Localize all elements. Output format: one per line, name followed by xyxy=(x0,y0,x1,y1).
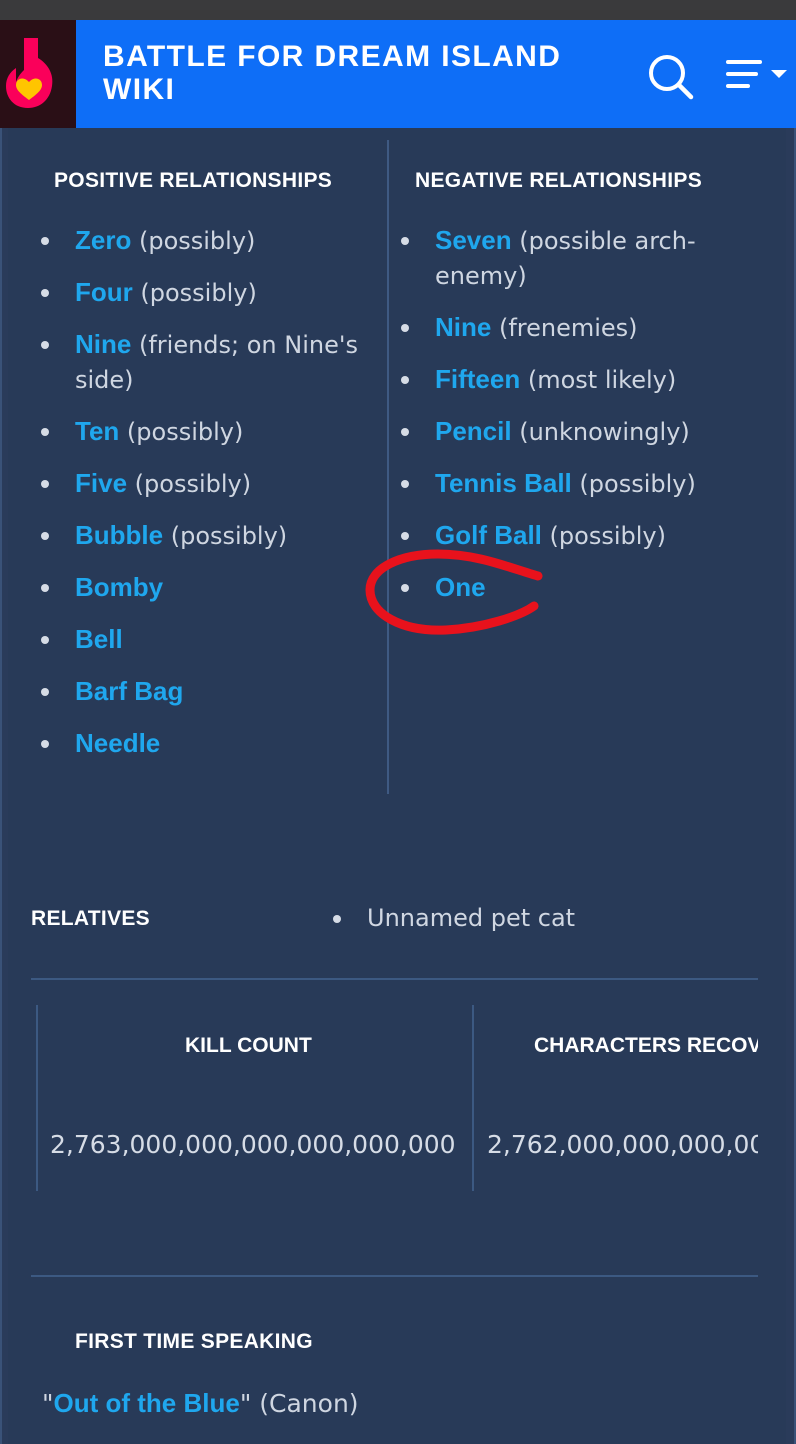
relationship-note: (most likely) xyxy=(520,366,677,394)
first-time-speaking-heading: FIRST TIME SPEAKING xyxy=(75,1330,313,1353)
relationship-note: (possibly) xyxy=(131,227,256,255)
relationship-note: (possibly) xyxy=(127,470,252,498)
negative-relationships-heading: NEGATIVE RELATIONSHIPS xyxy=(415,169,703,192)
kill-count-label: KILL COUNT xyxy=(185,1034,312,1057)
relationship-note: (possibly) xyxy=(571,470,696,498)
character-link[interactable]: Barf Bag xyxy=(75,676,183,706)
relationship-note: (possibly) xyxy=(132,279,257,307)
chevron-down-icon xyxy=(771,70,787,78)
search-button[interactable] xyxy=(646,52,694,100)
character-link[interactable]: Bomby xyxy=(75,572,163,602)
search-icon xyxy=(649,55,694,100)
character-link[interactable]: Nine xyxy=(75,329,131,359)
characters-recovered-value: 2,762,000,000,000,000,000,000 xyxy=(487,1130,758,1159)
relationship-note: (possibly) xyxy=(163,522,288,550)
close-quote: " xyxy=(239,1389,252,1418)
kill-count-value: 2,763,000,000,000,000,000,000 xyxy=(50,1130,456,1159)
menu-button[interactable] xyxy=(722,56,792,96)
character-link[interactable]: Bell xyxy=(75,624,123,654)
episode-type: (Canon) xyxy=(251,1389,359,1418)
fandom-logo[interactable] xyxy=(0,20,76,128)
character-link[interactable]: Seven xyxy=(435,225,512,255)
positive-relationships-list: Zero (possibly) Four (possibly) Nine (frie… xyxy=(41,223,371,778)
character-link[interactable]: Nine xyxy=(435,312,491,342)
red-circle-annotation xyxy=(365,549,543,635)
characters-recovered-label: CHARACTERS RECOVERED xyxy=(534,1034,758,1057)
character-link[interactable]: Pencil xyxy=(435,416,512,446)
positive-relationships-heading: POSITIVE RELATIONSHIPS xyxy=(54,169,333,192)
list-item: Unnamed pet cat xyxy=(333,901,733,936)
character-link[interactable]: Fifteen xyxy=(435,364,520,394)
relationship-note: (possibly) xyxy=(541,522,666,550)
character-link[interactable]: Bubble xyxy=(75,520,163,550)
character-link[interactable]: Zero xyxy=(75,225,131,255)
list-item: Ten (possibly) xyxy=(41,414,371,450)
list-item: Five (possibly) xyxy=(41,466,371,502)
list-item: Bubble (possibly) xyxy=(41,518,371,554)
relatives-list: Unnamed pet cat xyxy=(333,901,733,952)
episode-link[interactable]: Out of the Blue xyxy=(54,1388,240,1418)
list-item: Fifteen (most likely) xyxy=(401,362,731,398)
character-link[interactable]: Four xyxy=(75,277,133,307)
character-link[interactable]: Tennis Ball xyxy=(435,468,572,498)
browser-top-strip xyxy=(0,0,796,20)
menu-icon xyxy=(726,60,787,88)
first-time-speaking-value: "Out of the Blue" (Canon) xyxy=(42,1388,359,1419)
list-item: Bell xyxy=(41,622,371,658)
character-link[interactable]: Five xyxy=(75,468,127,498)
relationship-note: (possibly) xyxy=(119,418,244,446)
section-divider xyxy=(31,1275,758,1277)
list-item: Pencil (unknowingly) xyxy=(401,414,731,450)
relatives-heading: RELATIVES xyxy=(31,907,150,930)
list-item: Needle xyxy=(41,726,371,762)
list-item: Nine (frenemies) xyxy=(401,310,731,346)
relationship-note: (unknowingly) xyxy=(511,418,690,446)
site-title[interactable]: BATTLE FOR DREAM ISLAND WIKI xyxy=(103,40,603,106)
list-item: Zero (possibly) xyxy=(41,223,371,259)
stats-column-divider xyxy=(472,1005,474,1191)
relative-name: Unnamed pet cat xyxy=(367,904,576,932)
site-header: BATTLE FOR DREAM ISLAND WIKI xyxy=(0,20,796,128)
list-item: Tennis Ball (possibly) xyxy=(401,466,731,502)
character-link[interactable]: Needle xyxy=(75,728,160,758)
list-item: Nine (friends; on Nine's side) xyxy=(41,327,371,398)
open-quote: " xyxy=(42,1389,54,1418)
fandom-heart-flame-icon xyxy=(6,38,53,108)
section-divider xyxy=(31,978,758,980)
column-divider xyxy=(387,140,389,794)
character-link[interactable]: Ten xyxy=(75,416,119,446)
list-item: Seven (possible arch-enemy) xyxy=(401,223,731,294)
list-item: Four (possibly) xyxy=(41,275,371,311)
stats-left-border xyxy=(36,1005,38,1191)
relationship-note: (frenemies) xyxy=(491,314,638,342)
list-item: Bomby xyxy=(41,570,371,606)
list-item: Barf Bag xyxy=(41,674,371,710)
